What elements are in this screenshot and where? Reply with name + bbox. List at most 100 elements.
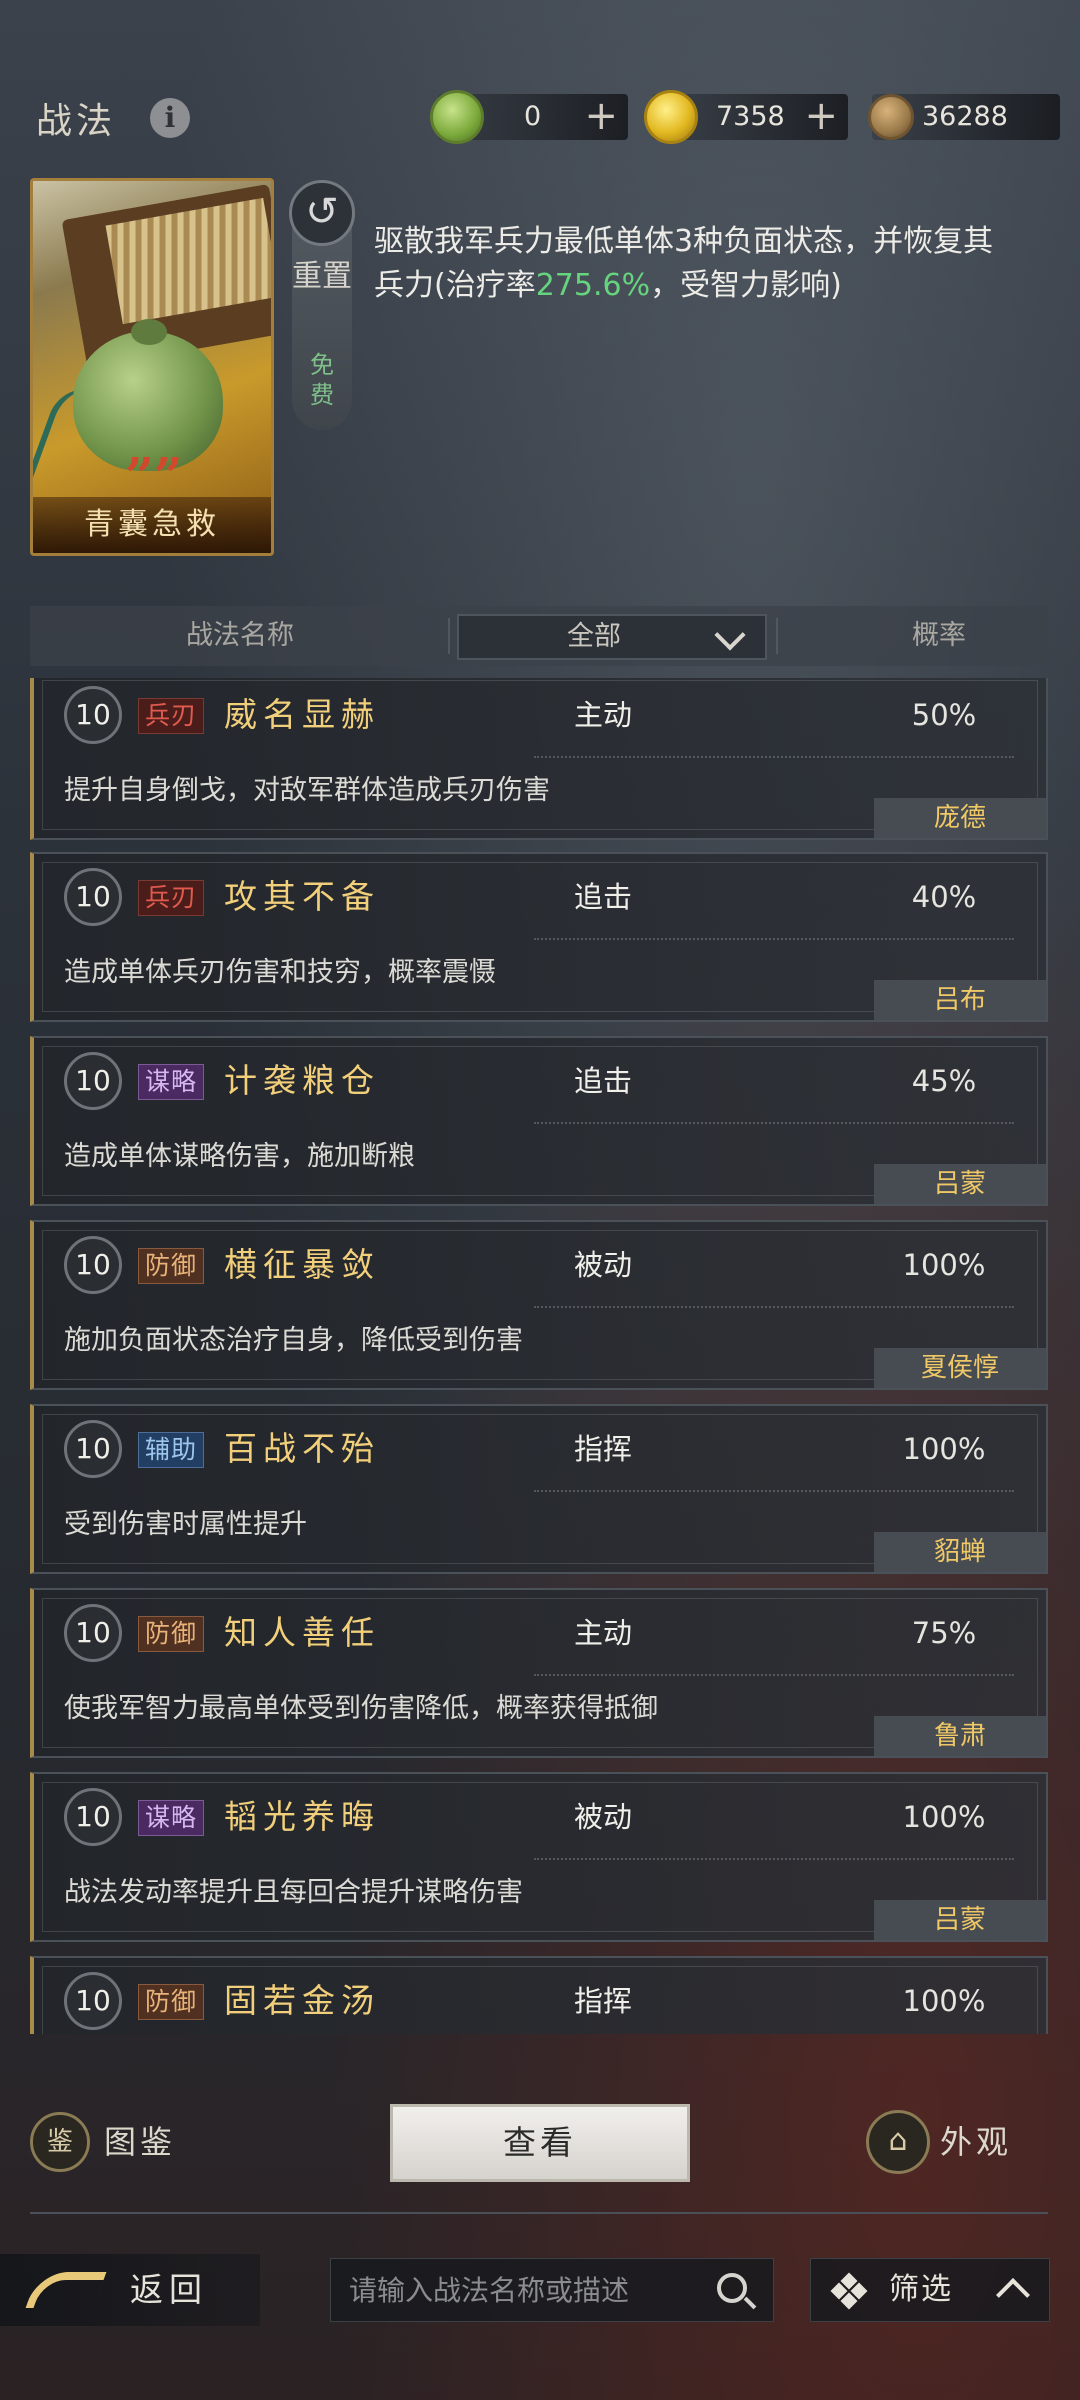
skill-owner-badge[interactable]: 吕蒙	[874, 1164, 1046, 1204]
skill-owner-badge[interactable]: 貂蝉	[874, 1532, 1046, 1572]
top-bar: 战法 i 0 + 7358 + 36288	[0, 0, 1080, 150]
row-divider	[534, 938, 1014, 940]
skill-probability: 50%	[911, 698, 977, 732]
skill-name: 威名显赫	[224, 695, 380, 734]
skill-effect-text: 使我军智力最高单体受到伤害降低，概率获得抵御	[64, 1693, 658, 1724]
skill-probability: 100%	[902, 1984, 986, 2018]
skill-row[interactable]: 10 兵刃 威名显赫 主动 50% 提升自身倒戈，对敌军群体造成兵刃伤害 庞德	[30, 678, 1048, 840]
skill-type: 被动	[574, 1800, 633, 1834]
skill-probability: 100%	[902, 1800, 986, 1834]
reset-icon: ↺	[289, 180, 355, 246]
skill-category-tag: 防御	[138, 1248, 205, 1284]
category-filter-dropdown[interactable]: 全部	[457, 614, 767, 660]
skill-name: 计袭粮仓	[224, 1061, 380, 1100]
skill-level-badge: 10	[64, 1420, 122, 1478]
skill-category-tag: 兵刃	[138, 880, 205, 916]
row-divider	[534, 1122, 1014, 1124]
skill-probability: 100%	[902, 1432, 986, 1466]
skill-type: 指挥	[574, 1432, 633, 1466]
skill-category-tag: 防御	[138, 1616, 205, 1652]
skill-row[interactable]: 10 兵刃 攻其不备 追击 40% 造成单体兵刃伤害和技穷，概率震慑 吕布	[30, 852, 1048, 1022]
currency-jade-value: 0	[524, 101, 542, 132]
add-gold-button[interactable]: +	[804, 94, 838, 140]
row-divider	[534, 1858, 1014, 1860]
search-input[interactable]	[349, 2259, 709, 2321]
skill-level-badge: 10	[64, 1236, 122, 1294]
column-header-name: 战法名称	[186, 620, 294, 651]
heal-rate-value: 275.6%	[535, 268, 651, 303]
search-icon[interactable]	[717, 2273, 747, 2303]
back-label: 返回	[130, 2270, 208, 2309]
skill-type: 被动	[574, 1248, 633, 1282]
skill-effect-text: 造成单体兵刃伤害和技穷，概率震慑	[64, 957, 496, 988]
skill-effect-text: 受到伤害时属性提升	[64, 1509, 307, 1540]
skill-list[interactable]: 10 兵刃 威名显赫 主动 50% 提升自身倒戈，对敌军群体造成兵刃伤害 庞德 10 兵刃 攻其不…	[30, 678, 1048, 2034]
skill-probability: 75%	[911, 1616, 977, 1650]
skill-owner-badge[interactable]: 吕布	[874, 980, 1046, 1020]
currency-gold-value: 7358	[716, 101, 785, 132]
skill-name: 横征暴敛	[224, 1245, 380, 1284]
skill-name: 韬光养晦	[224, 1797, 380, 1836]
atlas-button[interactable]: 图鉴	[104, 2116, 176, 2168]
skill-card-name: 青囊急救	[33, 497, 271, 553]
skill-row[interactable]: 10 辅助 百战不殆 指挥 100% 受到伤害时属性提升貂蝉	[30, 1404, 1048, 1574]
skill-owner-badge[interactable]: 吕蒙	[874, 1900, 1046, 1940]
skill-probability: 40%	[911, 880, 977, 914]
skill-category-tag: 谋略	[138, 1064, 205, 1100]
reset-button[interactable]: ↺ 重置 免费	[289, 180, 355, 430]
category-filter-value: 全部	[567, 621, 621, 652]
skill-row[interactable]: 10 谋略 韬光养晦 被动 100% 战法发动率提升且每回合提升谋略伤害吕蒙	[30, 1772, 1048, 1942]
back-button[interactable]: 返回	[0, 2254, 260, 2326]
skill-row[interactable]: 10 防御 固若金汤 指挥 100%	[30, 1956, 1048, 2034]
skill-category-tag: 兵刃	[138, 698, 205, 734]
skill-row[interactable]: 10 谋略 计袭粮仓 追击 45% 造成单体谋略伤害，施加断粮 吕蒙	[30, 1036, 1048, 1206]
skill-description: 驱散我军兵力最低单体3种负面状态，并恢复其兵力(治疗率275.6%，受智力影响)	[374, 220, 994, 308]
free-label: 免费	[310, 351, 334, 409]
skill-owner-badge[interactable]: 庞德	[874, 798, 1046, 838]
skill-probability: 100%	[902, 1248, 986, 1282]
copper-coin-icon	[868, 94, 914, 140]
skill-level-badge: 10	[64, 686, 122, 744]
column-header-probability: 概率	[912, 620, 966, 651]
diamond-filter-icon	[830, 2272, 868, 2310]
gold-coin-icon	[644, 90, 698, 144]
skill-owner-badge[interactable]: 夏侯惇	[874, 1348, 1046, 1388]
column-divider	[448, 618, 450, 654]
view-button[interactable]: 查看	[390, 2104, 690, 2182]
row-divider	[534, 756, 1014, 758]
currency-jade: 0 +	[430, 90, 628, 144]
skill-level-badge: 10	[64, 1788, 122, 1846]
skill-row[interactable]: 10 防御 知人善任 主动 75% 使我军智力最高单体受到伤害降低，概率获得抵御 鲁肃	[30, 1588, 1048, 1758]
skill-name: 百战不殆	[224, 1429, 380, 1468]
skill-category-tag: 辅助	[138, 1432, 205, 1468]
search-bar	[330, 2258, 774, 2322]
pavilion-icon[interactable]: ⌂	[866, 2110, 930, 2174]
jade-coin-icon	[430, 90, 484, 144]
row-divider	[534, 1306, 1014, 1308]
skill-card-art: ”” 青囊急救	[30, 178, 274, 556]
skill-name: 固若金汤	[224, 1981, 380, 2020]
skill-owner-badge[interactable]: 鲁肃	[874, 1716, 1046, 1756]
skill-name: 知人善任	[224, 1613, 380, 1652]
add-jade-button[interactable]: +	[584, 94, 618, 140]
skill-row[interactable]: 10 防御 横征暴敛 被动 100% 施加负面状态治疗自身，降低受到伤害夏侯惇	[30, 1220, 1048, 1390]
skill-level-badge: 10	[64, 1972, 122, 2030]
atlas-icon[interactable]: 鉴	[30, 2112, 90, 2172]
skill-effect-text: 施加负面状态治疗自身，降低受到伤害	[64, 1325, 523, 1356]
skill-level-badge: 10	[64, 868, 122, 926]
quote-mark-icon: ””	[125, 446, 183, 505]
page-title: 战法	[36, 101, 117, 142]
currency-copper-value: 36288	[922, 101, 1008, 132]
appearance-button[interactable]: 外观	[940, 2116, 1012, 2168]
skill-level-badge: 10	[64, 1604, 122, 1662]
skill-effect-text: 战法发动率提升且每回合提升谋略伤害	[64, 1877, 523, 1908]
skill-name: 攻其不备	[224, 877, 380, 916]
skill-table-header: 战法名称 全部 概率	[30, 606, 1048, 666]
skill-category-tag: 防御	[138, 1984, 205, 2020]
skill-category-tag: 谋略	[138, 1800, 205, 1836]
skill-effect-text: 提升自身倒戈，对敌军群体造成兵刃伤害	[64, 775, 550, 806]
skill-level-badge: 10	[64, 1052, 122, 1110]
filter-button[interactable]: 筛选	[810, 2258, 1050, 2322]
info-icon[interactable]: i	[150, 98, 190, 138]
row-divider	[534, 1490, 1014, 1492]
